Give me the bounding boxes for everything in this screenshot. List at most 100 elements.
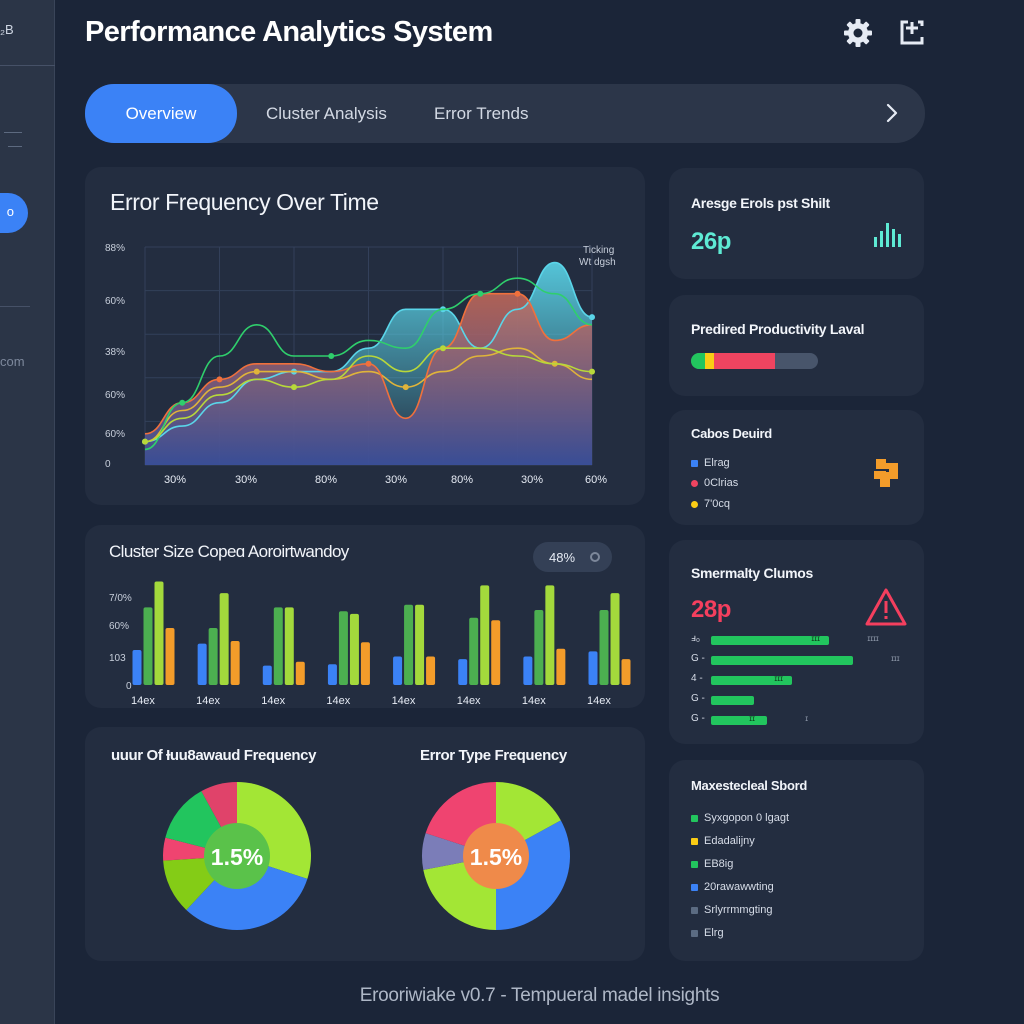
x-tick-label: 14ex xyxy=(261,695,285,707)
bar[interactable] xyxy=(154,581,164,685)
y-tick-label: 60% xyxy=(105,390,125,401)
x-tick-label: 14ex xyxy=(131,695,155,707)
x-tick-label: 60% xyxy=(585,474,607,486)
summary-row-label: ⅎ₀ xyxy=(691,633,701,644)
legend-item: Elrag xyxy=(691,457,730,469)
y-tick-label: 0 xyxy=(105,459,111,470)
data-point[interactable] xyxy=(589,368,595,375)
bar[interactable] xyxy=(469,617,479,685)
list-item[interactable]: 20rawawwting xyxy=(691,881,774,893)
data-point[interactable] xyxy=(142,438,148,445)
gear-icon[interactable] xyxy=(842,17,874,49)
footer-text: Erooriwiake v0.7 - Tempueral madel insig… xyxy=(359,985,720,1006)
bar[interactable] xyxy=(197,643,207,685)
summary-end-label: ɪɪɪ xyxy=(891,654,900,663)
x-tick-label: 14ex xyxy=(326,695,350,707)
bar[interactable] xyxy=(165,628,175,685)
bar[interactable] xyxy=(327,664,337,685)
list-item-label: Elrg xyxy=(704,927,724,939)
percentage-badge[interactable]: 48% xyxy=(533,542,612,572)
bar[interactable] xyxy=(588,651,598,685)
bar[interactable] xyxy=(230,641,240,685)
summary-row-label: G - xyxy=(691,713,705,724)
bar[interactable] xyxy=(219,593,229,685)
tab-cluster-analysis[interactable]: Cluster Analysis xyxy=(266,84,387,143)
list-item[interactable]: Edadalijny xyxy=(691,835,755,847)
list-item-label: EB8ig xyxy=(704,858,734,870)
bar[interactable] xyxy=(208,628,218,685)
tab-error-trends[interactable]: Error Trends xyxy=(434,84,528,143)
bar[interactable] xyxy=(534,609,544,685)
x-tick-label: 14ex xyxy=(457,695,481,707)
bar[interactable] xyxy=(393,656,403,685)
bar[interactable] xyxy=(132,650,142,685)
error-frequency-chart[interactable]: 88% 60% 38% 60% 60% 0 30% 30% 80% 30% 80% 30% 60% Tic… xyxy=(85,167,645,505)
bar[interactable] xyxy=(426,656,436,685)
list-item-dot xyxy=(691,906,698,914)
bar[interactable] xyxy=(262,665,272,685)
summary-bar[interactable] xyxy=(711,656,854,665)
bar[interactable] xyxy=(295,661,305,685)
list-item-dot xyxy=(691,883,698,891)
badge-dot-icon xyxy=(590,552,600,562)
x-tick-label: 30% xyxy=(235,474,257,486)
bar[interactable] xyxy=(556,648,566,685)
data-point[interactable] xyxy=(253,368,260,375)
summary-end-label: ɪɪɪɪ xyxy=(867,634,879,643)
bar[interactable] xyxy=(143,607,153,685)
bar[interactable] xyxy=(404,604,414,685)
list-item-label: Edadalijny xyxy=(704,835,755,847)
cause-card: Cabos Deuird Elrag 0Clrias 7'0cq xyxy=(669,410,924,525)
progress-segment xyxy=(704,353,714,369)
summary-bar[interactable] xyxy=(711,696,754,705)
bar[interactable] xyxy=(599,609,609,685)
error-type-title: Error Type Frequency xyxy=(420,747,567,764)
y-tick-label: 60% xyxy=(105,296,125,307)
x-tick-label: 14ex xyxy=(392,695,416,707)
bar[interactable] xyxy=(338,611,348,685)
y-tick-label: 38% xyxy=(105,347,125,358)
legend-dot xyxy=(691,459,698,467)
chevron-right-icon[interactable] xyxy=(881,102,903,124)
bar[interactable] xyxy=(360,642,370,685)
bar[interactable] xyxy=(491,620,501,685)
summary-card: Smermalty Clumos 28p ⅎ₀ ɪɪɪ ɪɪɪɪ G - ɪɪɪ 4 -ɪ… xyxy=(669,540,924,744)
data-point[interactable] xyxy=(365,360,372,367)
avg-errors-card: Aresge Erols pst Shilt 26p xyxy=(669,168,924,279)
bar[interactable] xyxy=(480,585,490,685)
pie-center-label: 1.5% xyxy=(469,844,523,870)
tab-overview[interactable]: Overview xyxy=(85,84,237,143)
sidebar-logo[interactable]: ₂B xyxy=(0,22,14,37)
data-point[interactable] xyxy=(477,290,484,297)
data-point[interactable] xyxy=(402,384,409,391)
data-point[interactable] xyxy=(328,353,335,359)
data-point[interactable] xyxy=(514,290,521,297)
list-item[interactable]: Srlyrrmmgting xyxy=(691,904,772,916)
x-tick-label: 14ex xyxy=(522,695,546,707)
bar[interactable] xyxy=(545,585,555,685)
data-point[interactable] xyxy=(216,376,223,383)
data-point[interactable] xyxy=(589,314,595,321)
marketplace-card: Maxestecleal Sbord Syxgopon 0 lgagt Edada… xyxy=(669,760,924,961)
bar[interactable] xyxy=(284,607,294,685)
data-point[interactable] xyxy=(291,384,297,391)
list-item[interactable]: Syxgopon 0 lgagt xyxy=(691,812,789,824)
bar[interactable] xyxy=(273,607,283,685)
data-point[interactable] xyxy=(179,399,186,406)
bar[interactable] xyxy=(610,593,620,685)
y-tick-label: 60% xyxy=(105,429,125,440)
y-tick-label: 7/0% xyxy=(109,593,132,604)
bar[interactable] xyxy=(458,659,468,685)
bar[interactable] xyxy=(415,604,425,685)
list-item-dot xyxy=(691,814,698,822)
bar[interactable] xyxy=(349,613,359,685)
summary-bar[interactable] xyxy=(711,716,768,725)
list-item-dot xyxy=(691,929,698,937)
list-item[interactable]: Elrg xyxy=(691,927,724,939)
bar[interactable] xyxy=(523,656,533,685)
export-icon[interactable] xyxy=(896,17,928,49)
data-point[interactable] xyxy=(440,345,446,352)
list-item[interactable]: EB8ig xyxy=(691,858,733,870)
sidebar-item-active[interactable]: o xyxy=(0,193,28,233)
bar[interactable] xyxy=(621,659,631,685)
